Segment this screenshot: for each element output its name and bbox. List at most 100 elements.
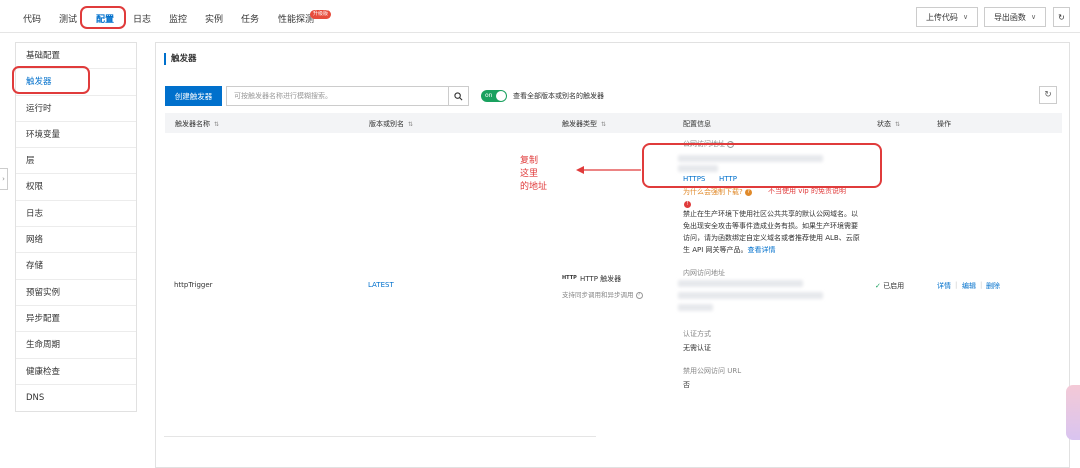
col-actions: 操作 <box>937 120 951 128</box>
details-link[interactable]: 详情 <box>937 281 951 291</box>
security-warning: 禁止在生产环境下使用社区公共共享的默认公网域名。以免出现安全攻击等事件造成业务有… <box>683 208 861 256</box>
tab-monitoring[interactable]: 监控 <box>169 12 187 25</box>
annotation-line: 这里 <box>520 169 539 179</box>
trigger-version-link[interactable]: LATEST <box>368 281 394 289</box>
sidebar-item-env-vars[interactable]: 环境变量 <box>16 122 136 149</box>
trigger-name: httpTrigger <box>174 281 213 289</box>
sidebar-item-dns[interactable]: DNS <box>16 385 136 411</box>
tab-tasks[interactable]: 任务 <box>241 12 259 25</box>
annotation-line: 的地址 <box>520 182 548 192</box>
sidebar-item-lifecycle[interactable]: 生命周期 <box>16 332 136 359</box>
show-all-versions-toggle[interactable]: on <box>481 90 507 102</box>
why-force-download-text: 为什么会强制下载? <box>683 188 743 196</box>
trigger-type-subtitle: 支持同步调用和异步调用 ? <box>562 289 643 299</box>
col-label: 版本或别名 <box>369 120 404 128</box>
search-button[interactable] <box>448 87 468 105</box>
annotation-circle-triggers <box>12 66 90 94</box>
why-force-download[interactable]: 为什么会强制下载? ? <box>683 187 752 197</box>
table-header: 触发器名称 ⇅ 版本或别名 ⇅ 触发器类型 ⇅ 配置信息 状态 ⇅ 操作 <box>165 113 1062 133</box>
panel-title: 触发器 <box>164 53 197 65</box>
annotation-copy-here: 复制 这里 的地址 <box>520 155 547 194</box>
col-trigger-type[interactable]: 触发器类型 ⇅ <box>562 119 606 129</box>
floating-assistant-tab[interactable] <box>1066 385 1080 440</box>
sort-icon: ⇅ <box>408 121 414 128</box>
view-details-link[interactable]: 查看详情 <box>748 246 776 254</box>
row-divider <box>164 436 596 437</box>
annotation-arrow-icon <box>576 166 641 174</box>
sort-icon: ⇅ <box>214 121 220 128</box>
tab-instances[interactable]: 实例 <box>205 12 223 25</box>
toggle-knob <box>496 91 506 101</box>
sidebar-item-async-config[interactable]: 异步配置 <box>16 306 136 333</box>
sidebar-expand-handle[interactable]: › <box>0 168 8 190</box>
config-sidebar: 基础配置 触发器 运行时 环境变量 层 权限 日志 网络 存储 预留实例 异步配… <box>15 42 137 413</box>
alert-icon: ! <box>684 201 691 208</box>
sidebar-item-logs[interactable]: 日志 <box>16 201 136 228</box>
upgrade-badge: 升级版 <box>310 10 332 19</box>
tab-code[interactable]: 代码 <box>23 12 41 25</box>
col-version[interactable]: 版本或别名 ⇅ <box>369 119 413 129</box>
col-label: 触发器类型 <box>562 120 597 128</box>
chevron-down-icon: ∨ <box>962 13 969 21</box>
col-status[interactable]: 状态 ⇅ <box>877 119 900 129</box>
error-icon: ! <box>684 199 691 208</box>
separator: | <box>955 281 958 289</box>
chevron-right-icon: › <box>2 175 5 183</box>
delete-link[interactable]: 删除 <box>986 281 1000 291</box>
auth-value: 无需认证 <box>683 344 711 352</box>
sidebar-item-runtime[interactable]: 运行时 <box>16 96 136 122</box>
create-trigger-button[interactable]: 创建触发器 <box>165 86 222 106</box>
refresh-button[interactable]: ↻ <box>1053 7 1070 27</box>
internal-address-redacted <box>678 280 803 287</box>
refresh-icon: ↻ <box>1058 12 1065 22</box>
edit-link[interactable]: 编辑 <box>962 281 976 291</box>
sort-icon: ⇅ <box>895 121 901 128</box>
trigger-type: HTTP 触发器 <box>580 275 622 283</box>
trigger-type-subtitle-text: 支持同步调用和异步调用 <box>562 291 634 299</box>
internal-address-label: 内网访问地址 <box>683 269 725 277</box>
refresh-icon: ↻ <box>1044 90 1052 100</box>
check-icon: ✓ <box>875 282 881 290</box>
export-function-label: 导出函数 <box>993 12 1026 22</box>
export-function-button[interactable]: 导出函数 ∨ <box>984 7 1046 27</box>
sidebar-item-network[interactable]: 网络 <box>16 227 136 254</box>
sidebar-item-permissions[interactable]: 权限 <box>16 174 136 201</box>
help-icon[interactable]: ? <box>635 291 643 299</box>
col-config-info: 配置信息 <box>683 120 711 128</box>
toggle-on-label: on <box>485 92 493 99</box>
disable-public-url-label: 禁用公网访问 URL <box>683 367 742 375</box>
annotation-circle-config-tab <box>80 6 126 29</box>
tab-test[interactable]: 测试 <box>59 12 77 25</box>
sidebar-item-health-check[interactable]: 健康检查 <box>16 359 136 385</box>
auth-label: 认证方式 <box>683 330 711 338</box>
trigger-status-text: 已启用 <box>883 282 905 290</box>
col-label: 状态 <box>877 120 891 128</box>
upload-code-label: 上传代码 <box>925 12 958 22</box>
tab-logs[interactable]: 日志 <box>133 12 151 25</box>
tab-performance-probe[interactable]: 性能探测 <box>278 12 314 25</box>
trigger-search <box>226 86 469 106</box>
separator: | <box>980 281 983 289</box>
col-trigger-name[interactable]: 触发器名称 ⇅ <box>175 119 219 129</box>
warning-icon: ? <box>744 188 752 196</box>
http-icon: HTTP <box>562 275 577 281</box>
annotation-line: 复制 <box>520 156 539 166</box>
triggers-panel: 触发器 创建触发器 on 查看全部版本或别名的触发器 ↻ 触发器名称 ⇅ 版本或别… <box>155 42 1070 468</box>
internal-address-redacted <box>678 292 823 299</box>
internal-address-redacted <box>678 304 713 311</box>
top-tab-bar: 代码 测试 配置 日志 监控 实例 任务 性能探测 升级版 上传代码 ∨ 导出函… <box>0 0 1080 33</box>
sidebar-item-layers[interactable]: 层 <box>16 148 136 175</box>
show-all-versions-label: 查看全部版本或别名的触发器 <box>513 92 604 100</box>
sidebar-item-reserved-instances[interactable]: 预留实例 <box>16 280 136 306</box>
search-icon <box>454 91 463 100</box>
trigger-status: ✓ 已启用 <box>875 281 904 291</box>
sort-icon: ⇅ <box>601 121 607 128</box>
chevron-down-icon: ∨ <box>1030 13 1037 21</box>
trigger-search-input[interactable] <box>227 87 448 105</box>
table-refresh-button[interactable]: ↻ <box>1039 86 1057 104</box>
disable-public-url-value: 否 <box>683 381 690 389</box>
sidebar-item-storage[interactable]: 存储 <box>16 253 136 280</box>
upload-code-button[interactable]: 上传代码 ∨ <box>916 7 978 27</box>
annotation-circle-public-address <box>642 143 882 188</box>
col-label: 触发器名称 <box>175 120 210 128</box>
